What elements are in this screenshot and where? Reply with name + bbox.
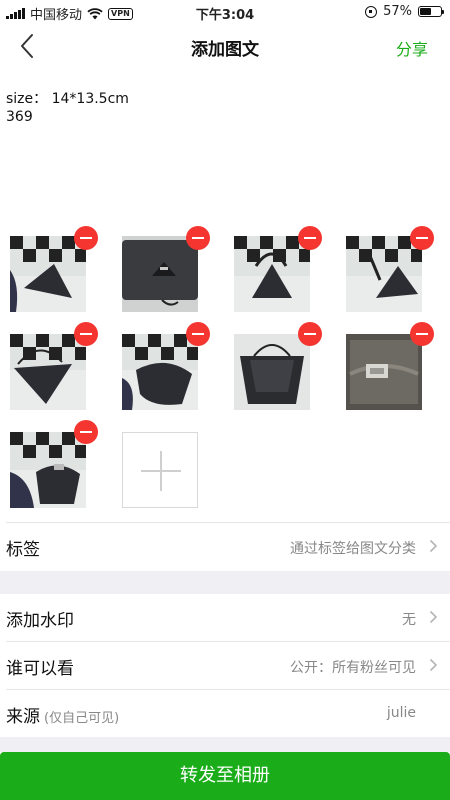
remove-photo-button[interactable] (410, 226, 434, 250)
share-button[interactable]: 分享 (396, 36, 428, 60)
section-gap (0, 571, 450, 594)
tags-value: 通过标签给图文分类 (290, 541, 416, 557)
photo-thumbnail[interactable] (10, 432, 86, 508)
source-label: 来源 (仅自己可见) (6, 702, 119, 727)
image-grid (0, 226, 450, 516)
chevron-right-icon (429, 610, 438, 624)
post-text-line: size： 14*13.5cm (6, 91, 129, 107)
post-text-line: 369 (6, 109, 33, 125)
photo-thumbnail[interactable] (122, 236, 198, 312)
remove-photo-button[interactable] (74, 226, 98, 250)
remove-photo-button[interactable] (186, 322, 210, 346)
tags-row[interactable]: 标签 通过标签给图文分类 (0, 523, 450, 569)
remove-photo-button[interactable] (410, 322, 434, 346)
photo-thumbnail[interactable] (346, 236, 422, 312)
source-hint: (仅自己可见) (44, 711, 120, 726)
source-label-text: 来源 (6, 707, 40, 727)
photo-thumbnail[interactable] (346, 334, 422, 410)
photo-thumbnail[interactable] (234, 334, 310, 410)
orientation-lock-icon (365, 5, 378, 18)
remove-photo-button[interactable] (186, 226, 210, 250)
remove-photo-button[interactable] (74, 322, 98, 346)
visibility-value: 公开：所有粉丝可见 (290, 660, 416, 676)
visibility-label: 谁可以看 (6, 659, 74, 679)
source-value: julie (386, 705, 416, 721)
save-to-album-button[interactable]: 转发至相册 (0, 752, 450, 800)
watermark-label: 添加水印 (6, 611, 74, 631)
remove-photo-button[interactable] (298, 226, 322, 250)
photo-thumbnail[interactable] (234, 236, 310, 312)
section-gap (0, 737, 450, 752)
battery-percent: 57% (383, 4, 412, 19)
visibility-row[interactable]: 谁可以看 公开：所有粉丝可见 (0, 642, 450, 688)
tags-label: 标签 (6, 540, 40, 560)
watermark-value: 无 (402, 612, 416, 628)
status-bar: 中国移动 VPN 下午3:04 57% (0, 0, 450, 24)
watermark-row[interactable]: 添加水印 无 (0, 594, 450, 640)
source-row[interactable]: 来源 (仅自己可见) julie (0, 690, 450, 736)
photo-thumbnail[interactable] (10, 334, 86, 410)
add-photo-button[interactable] (122, 432, 198, 508)
remove-photo-button[interactable] (74, 420, 98, 444)
nav-bar: 添加图文 分享 (0, 24, 450, 68)
chevron-right-icon (429, 658, 438, 672)
battery-icon (418, 6, 444, 17)
chevron-right-icon (429, 539, 438, 553)
photo-thumbnail[interactable] (10, 236, 86, 312)
page-title: 添加图文 (191, 40, 259, 60)
post-text[interactable]: size： 14*13.5cm 369 (6, 90, 129, 126)
photo-thumbnail[interactable] (122, 334, 198, 410)
remove-photo-button[interactable] (298, 322, 322, 346)
